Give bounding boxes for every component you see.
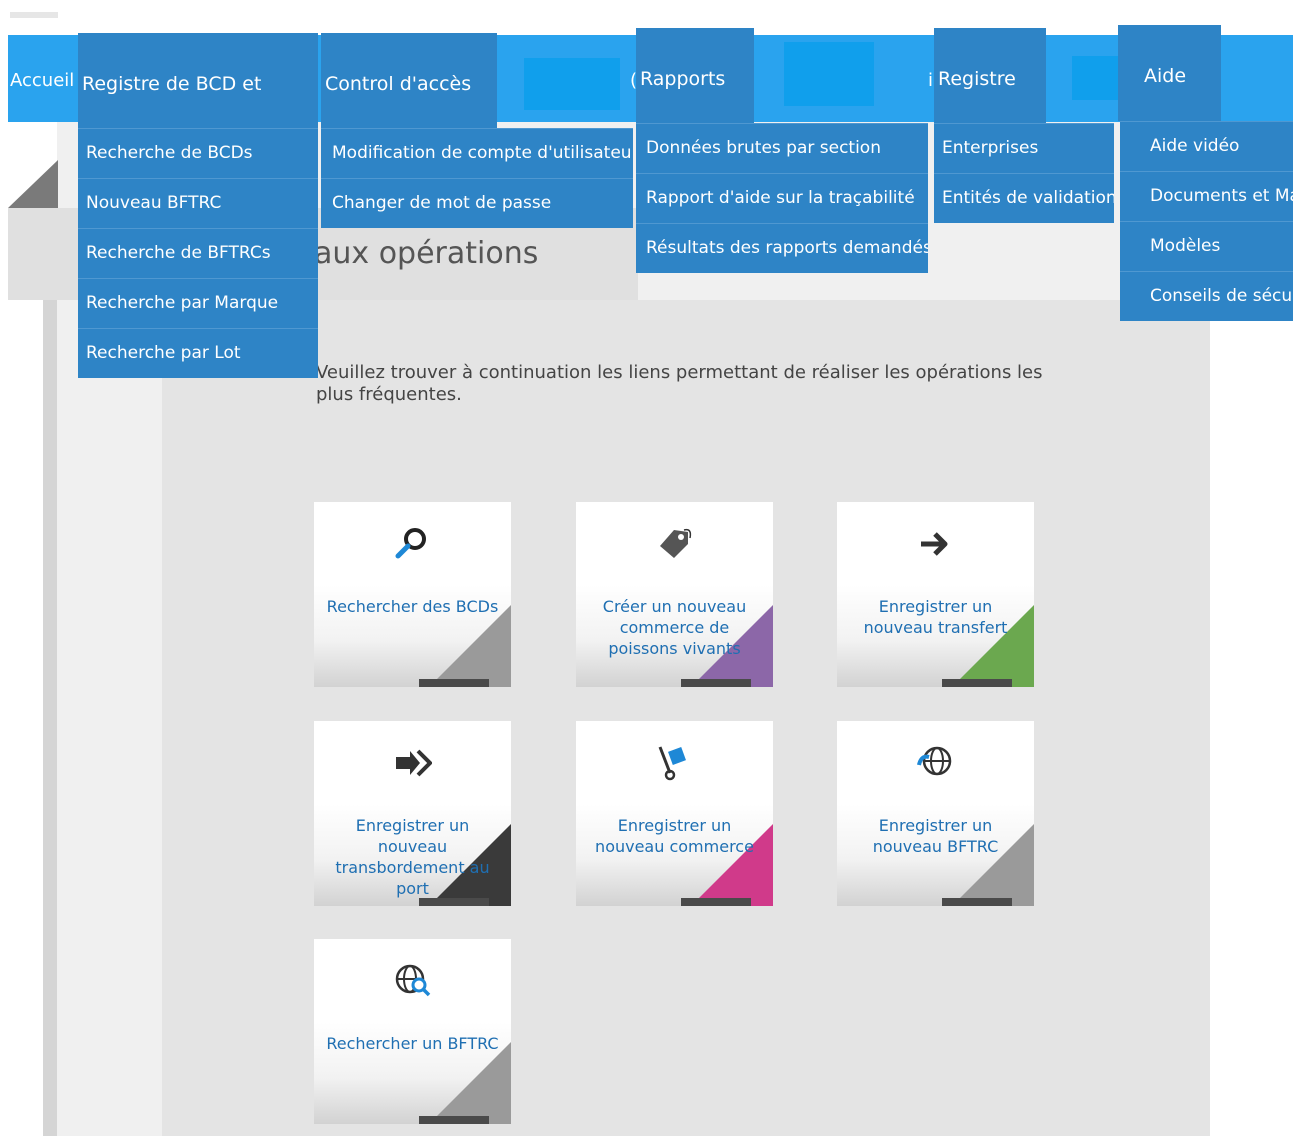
- left-border: [43, 270, 57, 1136]
- dropdown-aide: Aide vidéo Documents et Ma Modèles Conse…: [1120, 121, 1293, 321]
- tile-label: Rechercher un BFTRC: [326, 1034, 499, 1053]
- menu-documents[interactable]: Documents et Ma: [1120, 171, 1293, 221]
- menu-entites-validation[interactable]: Entités de validation: [934, 173, 1114, 223]
- tile-enregistrer-transbordement[interactable]: Enregistrer un nouveau transbordement au…: [314, 721, 511, 906]
- menu-recherche-bftrcs[interactable]: Recherche de BFTRCs: [78, 228, 318, 278]
- tile-label: Enregistrer un nouveau commerce: [595, 816, 754, 856]
- tile-rechercher-bftrc[interactable]: Rechercher un BFTRC: [314, 939, 511, 1124]
- menu-resultats-rapports[interactable]: Résultats des rapports demandés: [636, 223, 928, 273]
- menu-donnees-brutes[interactable]: Données brutes par section: [636, 123, 928, 173]
- tile-label: Enregistrer un nouveau transbordement au…: [335, 816, 490, 898]
- nav-hidden-item[interactable]: [1072, 56, 1118, 100]
- intro-text: Veuillez trouver à continuation les lien…: [316, 362, 1043, 405]
- nav-control-acces[interactable]: Control d'accès: [321, 33, 497, 129]
- tile-shadow: [419, 679, 489, 687]
- nav-registre[interactable]: Registre: [934, 28, 1046, 124]
- tile-label: Enregistrer un nouveau BFTRC: [872, 816, 999, 856]
- menu-changer-mot-de-passe[interactable]: Changer de mot de passe: [321, 178, 633, 228]
- tag-icon: [660, 528, 692, 558]
- tile-shadow: [419, 1116, 489, 1124]
- menu-recherche-lot[interactable]: Recherche par Lot: [78, 328, 318, 378]
- nav-hidden-item[interactable]: [784, 42, 874, 106]
- menu-modification-compte[interactable]: Modification de compte d'utilisateur: [321, 128, 633, 178]
- dropdown-registre-bcd: Recherche de BCDs Nouveau BFTRC Recherch…: [78, 128, 318, 378]
- tile-enregistrer-bftrc[interactable]: Enregistrer un nouveau BFTRC: [837, 721, 1034, 906]
- corner-decoration: [8, 160, 58, 208]
- nav-hidden-item[interactable]: [524, 58, 620, 110]
- menu-recherche-bcds[interactable]: Recherche de BCDs: [78, 128, 318, 178]
- nav-separator: i: [928, 70, 934, 91]
- tile-label: Rechercher des BCDs: [326, 597, 499, 616]
- nav-registre-bcd[interactable]: Registre de BCD et BFTRC: [78, 33, 318, 197]
- page-title: aux opérations: [314, 236, 539, 271]
- top-divider: [10, 12, 58, 18]
- globe-icon: [917, 746, 952, 776]
- tile-rechercher-bcds[interactable]: Rechercher des BCDs: [314, 502, 511, 687]
- menu-aide-video[interactable]: Aide vidéo: [1120, 121, 1293, 171]
- dropdown-control-acces: Modification de compte d'utilisateur Cha…: [321, 128, 633, 228]
- tile-shadow: [942, 679, 1012, 687]
- tile-shadow: [942, 898, 1012, 906]
- magnifier-icon: [395, 528, 426, 559]
- dropdown-registre: Enterprises Entités de validation: [934, 123, 1114, 223]
- tile-shadow: [419, 898, 489, 906]
- double-arrow-icon: [396, 749, 432, 777]
- nav-aide[interactable]: Aide: [1118, 25, 1221, 121]
- tile-enregistrer-commerce[interactable]: Enregistrer un nouveau commerce: [576, 721, 773, 906]
- menu-modeles[interactable]: Modèles: [1120, 221, 1293, 271]
- menu-recherche-marque[interactable]: Recherche par Marque: [78, 278, 318, 328]
- globe-search-icon: [395, 964, 431, 997]
- menu-conseils-securite[interactable]: Conseils de sécur: [1120, 271, 1293, 321]
- tile-shadow: [681, 898, 751, 906]
- tile-shadow: [681, 679, 751, 687]
- tile-enregistrer-transfert[interactable]: Enregistrer un nouveau transfert: [837, 502, 1034, 687]
- menu-nouveau-bftrc[interactable]: Nouveau BFTRC: [78, 178, 318, 228]
- hand-truck-icon: [658, 746, 686, 781]
- menu-enterprises[interactable]: Enterprises: [934, 123, 1114, 173]
- tile-label: Créer un nouveau commerce de poissons vi…: [602, 597, 747, 658]
- tile-creer-commerce-poissons-vivants[interactable]: Créer un nouveau commerce de poissons vi…: [576, 502, 773, 687]
- nav-rapports[interactable]: Rapports: [636, 28, 754, 124]
- tile-label: Enregistrer un nouveau transfert: [863, 597, 1008, 637]
- dropdown-rapports: Données brutes par section Rapport d'aid…: [636, 123, 928, 273]
- nav-accueil[interactable]: Accueil: [10, 70, 74, 91]
- arrow-right-icon: [921, 532, 948, 556]
- menu-rapport-tracabilite[interactable]: Rapport d'aide sur la traçabilité: [636, 173, 928, 223]
